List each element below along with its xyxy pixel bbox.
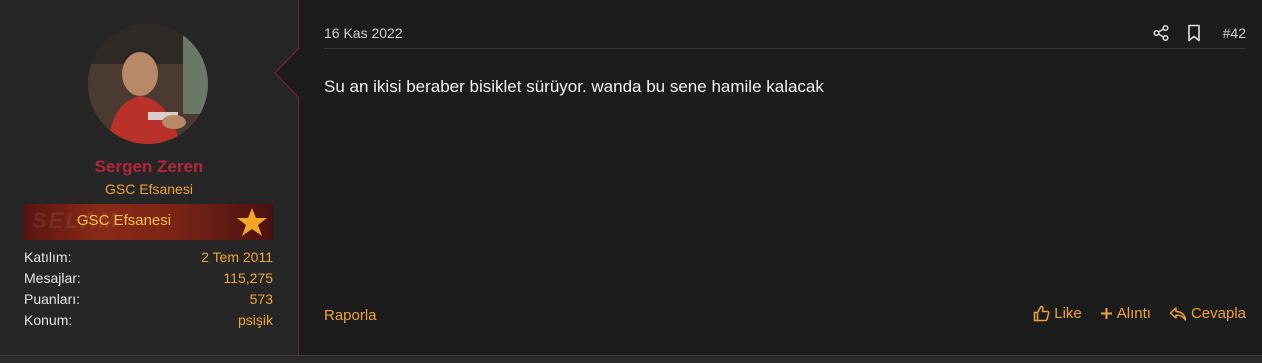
stat-label: Katılım: <box>24 249 72 265</box>
stat-value[interactable]: 115,275 <box>223 270 273 291</box>
quote-button[interactable]: Alıntı <box>1100 305 1151 322</box>
user-info-panel: Sergen Zeren GSC Efsanesi SELAM GSC Efsa… <box>0 0 299 356</box>
stat-label: Konum: <box>24 312 73 328</box>
stat-value[interactable]: psişik <box>238 312 273 333</box>
stat-label: Mesajlar: <box>24 270 81 286</box>
post-message: Su an ikisi beraber bisiklet sürüyor. wa… <box>324 77 824 96</box>
like-label: Like <box>1054 305 1082 322</box>
quote-label: Alıntı <box>1116 305 1151 322</box>
stat-label: Puanları: <box>24 291 81 307</box>
post-number[interactable]: #42 <box>1223 25 1246 41</box>
stat-value: 2 Tem 2011 <box>201 249 273 265</box>
post-arrow <box>274 48 300 98</box>
post-main: 16 Kas 2022 #42 Su an ikisi beraber bisi… <box>300 0 1262 356</box>
stat-row-location: Konum: psişik <box>24 312 273 333</box>
stat-row-joined: Katılım: 2 Tem 2011 <box>24 249 273 270</box>
bookmark-icon[interactable] <box>1186 24 1202 42</box>
banner-label: GSC Efsanesi <box>76 212 172 229</box>
post-actions: Like Alıntı Cevapla <box>1033 305 1246 322</box>
avatar[interactable] <box>88 24 208 144</box>
header-divider <box>324 48 1246 49</box>
user-stats: Katılım: 2 Tem 2011 Mesajlar: 115,275 Pu… <box>24 249 273 333</box>
stat-row-messages: Mesajlar: 115,275 <box>24 270 273 291</box>
user-banner: SELAM GSC Efsanesi <box>24 204 273 240</box>
post: Sergen Zeren GSC Efsanesi SELAM GSC Efsa… <box>0 0 1262 356</box>
username[interactable]: Sergen Zeren <box>0 157 298 177</box>
share-icon[interactable] <box>1152 24 1170 42</box>
report-link[interactable]: Raporla <box>324 307 377 324</box>
star-icon <box>237 208 267 236</box>
post-date[interactable]: 16 Kas 2022 <box>324 25 403 41</box>
stat-value[interactable]: 573 <box>250 291 273 312</box>
thumbs-up-icon <box>1033 305 1050 322</box>
reply-icon <box>1169 306 1187 321</box>
reply-button[interactable]: Cevapla <box>1169 305 1246 322</box>
avatar-image <box>88 24 208 144</box>
like-button[interactable]: Like <box>1033 305 1082 322</box>
reply-label: Cevapla <box>1190 305 1246 322</box>
stat-row-points: Puanları: 573 <box>24 291 273 312</box>
plus-icon <box>1100 308 1112 319</box>
user-title: GSC Efsanesi <box>105 181 193 197</box>
